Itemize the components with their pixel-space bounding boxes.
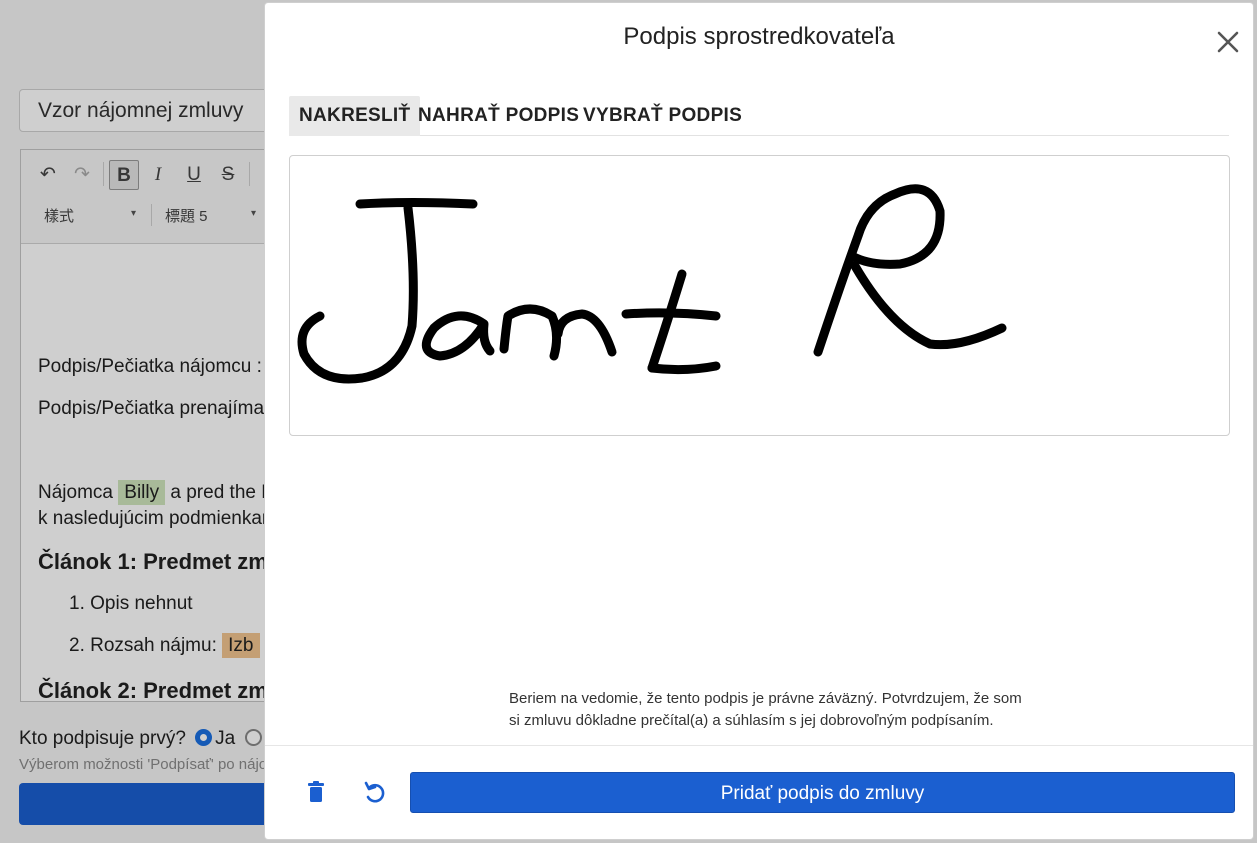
tenant-name-field[interactable]: Billy <box>118 480 166 505</box>
tenant-prefix: Nájomca <box>38 482 113 503</box>
toolbar-divider <box>249 162 250 186</box>
list-item: 2. Rozsah nájmu: Izb <box>69 633 260 658</box>
modal-title: Podpis sprostredkovateľa <box>623 23 895 50</box>
close-icon[interactable] <box>1211 25 1245 59</box>
heading-dropdown[interactable]: 標題 5 <box>165 205 208 226</box>
strikethrough-button[interactable]: S <box>213 160 243 190</box>
bold-button[interactable]: B <box>109 160 139 190</box>
signature-canvas[interactable] <box>289 155 1230 436</box>
signature-modal: Podpis sprostredkovateľa NAKRESLIŤ NAHRA… <box>264 2 1254 840</box>
footer-divider <box>265 745 1253 746</box>
rooms-field[interactable]: Izb <box>222 633 260 658</box>
radio-me-label[interactable]: Ja <box>215 728 235 749</box>
signature-drawing <box>297 184 1007 384</box>
list-item: 1. Opis nehnut <box>69 593 193 614</box>
tenant-signature-label: Podpis/Pečiatka nájomcu : <box>38 356 262 377</box>
tab-select[interactable]: VYBRAŤ PODPIS <box>573 96 752 136</box>
chevron-down-icon: ▾ <box>251 208 257 219</box>
conditions-line: k nasledujúcim podmienkam <box>38 508 278 529</box>
who-signs-first: Kto podpisuje prvý? Ja Or <box>19 728 286 750</box>
reset-icon[interactable] <box>358 776 392 810</box>
hint-text: Výberom možnosti 'Podpísať' po nájom <box>19 756 280 773</box>
italic-button[interactable]: I <box>143 160 173 190</box>
trash-icon[interactable] <box>299 776 333 810</box>
item2-label: 2. Rozsah nájmu: <box>69 635 217 656</box>
undo-icon[interactable]: ↶ <box>33 160 63 190</box>
who-signs-label: Kto podpisuje prvý? <box>19 728 186 749</box>
tab-draw[interactable]: NAKRESLIŤ <box>289 96 421 136</box>
toolbar-divider <box>103 162 104 186</box>
signature-tabs: NAKRESLIŤ NAHRAŤ PODPIS VYBRAŤ PODPIS <box>289 96 1229 136</box>
chevron-down-icon: ▾ <box>131 208 137 219</box>
radio-other[interactable] <box>244 729 262 746</box>
redo-icon[interactable]: ↷ <box>67 160 97 190</box>
legal-notice: Beriem na vedomie, že tento podpis je pr… <box>509 690 1022 729</box>
underline-button[interactable]: U <box>179 160 209 190</box>
landlord-signature-label: Podpis/Pečiatka prenajímateľ <box>38 398 286 419</box>
add-signature-button[interactable]: Pridať podpis do zmluvy <box>410 772 1235 813</box>
article-2-heading: Článok 2: Predmet zmlu <box>38 678 288 702</box>
toolbar-divider <box>151 204 152 226</box>
article-1-heading: Článok 1: Predmet zmlu <box>38 549 288 574</box>
style-dropdown[interactable]: 樣式 <box>44 205 74 226</box>
radio-me[interactable] <box>195 729 213 746</box>
tab-upload[interactable]: NAHRAŤ PODPIS <box>408 96 589 136</box>
tenant-signature-line: Podpis/Pečiatka nájomcu : ✎ <box>38 354 296 379</box>
tenant-sentence: Nájomca Billy a pred the Le <box>38 480 282 505</box>
